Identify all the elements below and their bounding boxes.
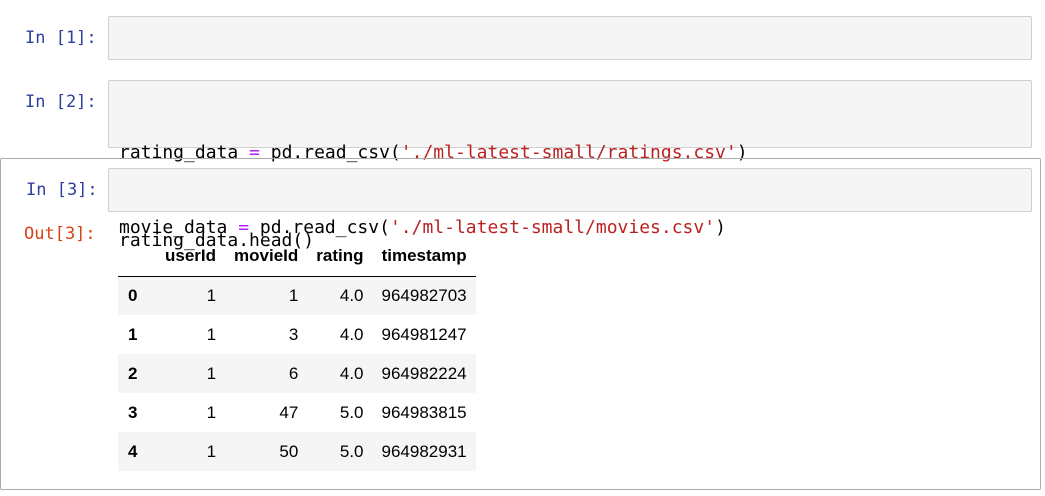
table-row: 2 1 6 4.0 964982224	[118, 354, 476, 393]
column-header-timestamp: timestamp	[372, 236, 476, 277]
cell-rating: 5.0	[339, 441, 364, 461]
cell-userid: 1	[206, 324, 217, 344]
cell-rating: 4.0	[339, 363, 364, 383]
table-row: 3 1 47 5.0 964983815	[118, 393, 476, 432]
row-index: 3	[128, 402, 138, 422]
input-prompt-1: In [1]:	[25, 28, 97, 48]
cell-rating: 4.0	[339, 324, 364, 344]
cell-rating: 4.0	[339, 285, 364, 305]
column-header-rating: rating	[307, 236, 373, 277]
cell-userid: 1	[206, 285, 217, 305]
cell-movieid: 1	[288, 285, 299, 305]
index-header	[118, 236, 156, 277]
code-cell-1[interactable]: In [1]: import pandas as pd	[0, 16, 1045, 99]
cell-userid: 1	[206, 441, 217, 461]
code-editor-2[interactable]: rating_data = pd.read_csv('./ml-latest-s…	[108, 80, 1032, 238]
cell-movieid: 6	[288, 363, 299, 383]
cell-userid: 1	[206, 402, 217, 422]
row-index: 2	[128, 363, 138, 383]
table-row: 4 1 50 5.0 964982931	[118, 432, 476, 471]
code-editor-1[interactable]: import pandas as pd	[108, 16, 1032, 99]
column-header-movieid: movieId	[225, 236, 308, 277]
dataframe-output: userId movieId rating timestamp 0 1 1 4.…	[118, 236, 476, 471]
code-cell-2[interactable]: In [2]: rating_data = pd.read_csv('./ml-…	[0, 80, 1045, 238]
row-index: 4	[128, 441, 138, 461]
code-editor-3[interactable]: rating_data.head()	[108, 168, 1032, 251]
cell-timestamp: 964982931	[381, 441, 467, 461]
dataframe-header-row: userId movieId rating timestamp	[118, 236, 476, 277]
cell-timestamp: 964983815	[381, 402, 467, 422]
cell-userid: 1	[206, 363, 217, 383]
cell-movieid: 3	[288, 324, 299, 344]
input-prompt-3: In [3]:	[26, 180, 98, 200]
cell-movieid: 50	[279, 441, 299, 461]
cell-timestamp: 964981247	[381, 324, 467, 344]
output-prompt-3: Out[3]:	[24, 224, 96, 244]
table-row: 0 1 1 4.0 964982703	[118, 276, 476, 315]
cell-movieid: 47	[279, 402, 299, 422]
input-prompt-2: In [2]:	[25, 92, 97, 112]
cell-timestamp: 964982703	[381, 285, 467, 305]
column-header-userid: userId	[156, 236, 226, 277]
table-row: 1 1 3 4.0 964981247	[118, 315, 476, 354]
cell-rating: 5.0	[339, 402, 364, 422]
row-index: 1	[128, 324, 138, 344]
row-index: 0	[128, 285, 138, 305]
cell-timestamp: 964982224	[381, 363, 467, 383]
